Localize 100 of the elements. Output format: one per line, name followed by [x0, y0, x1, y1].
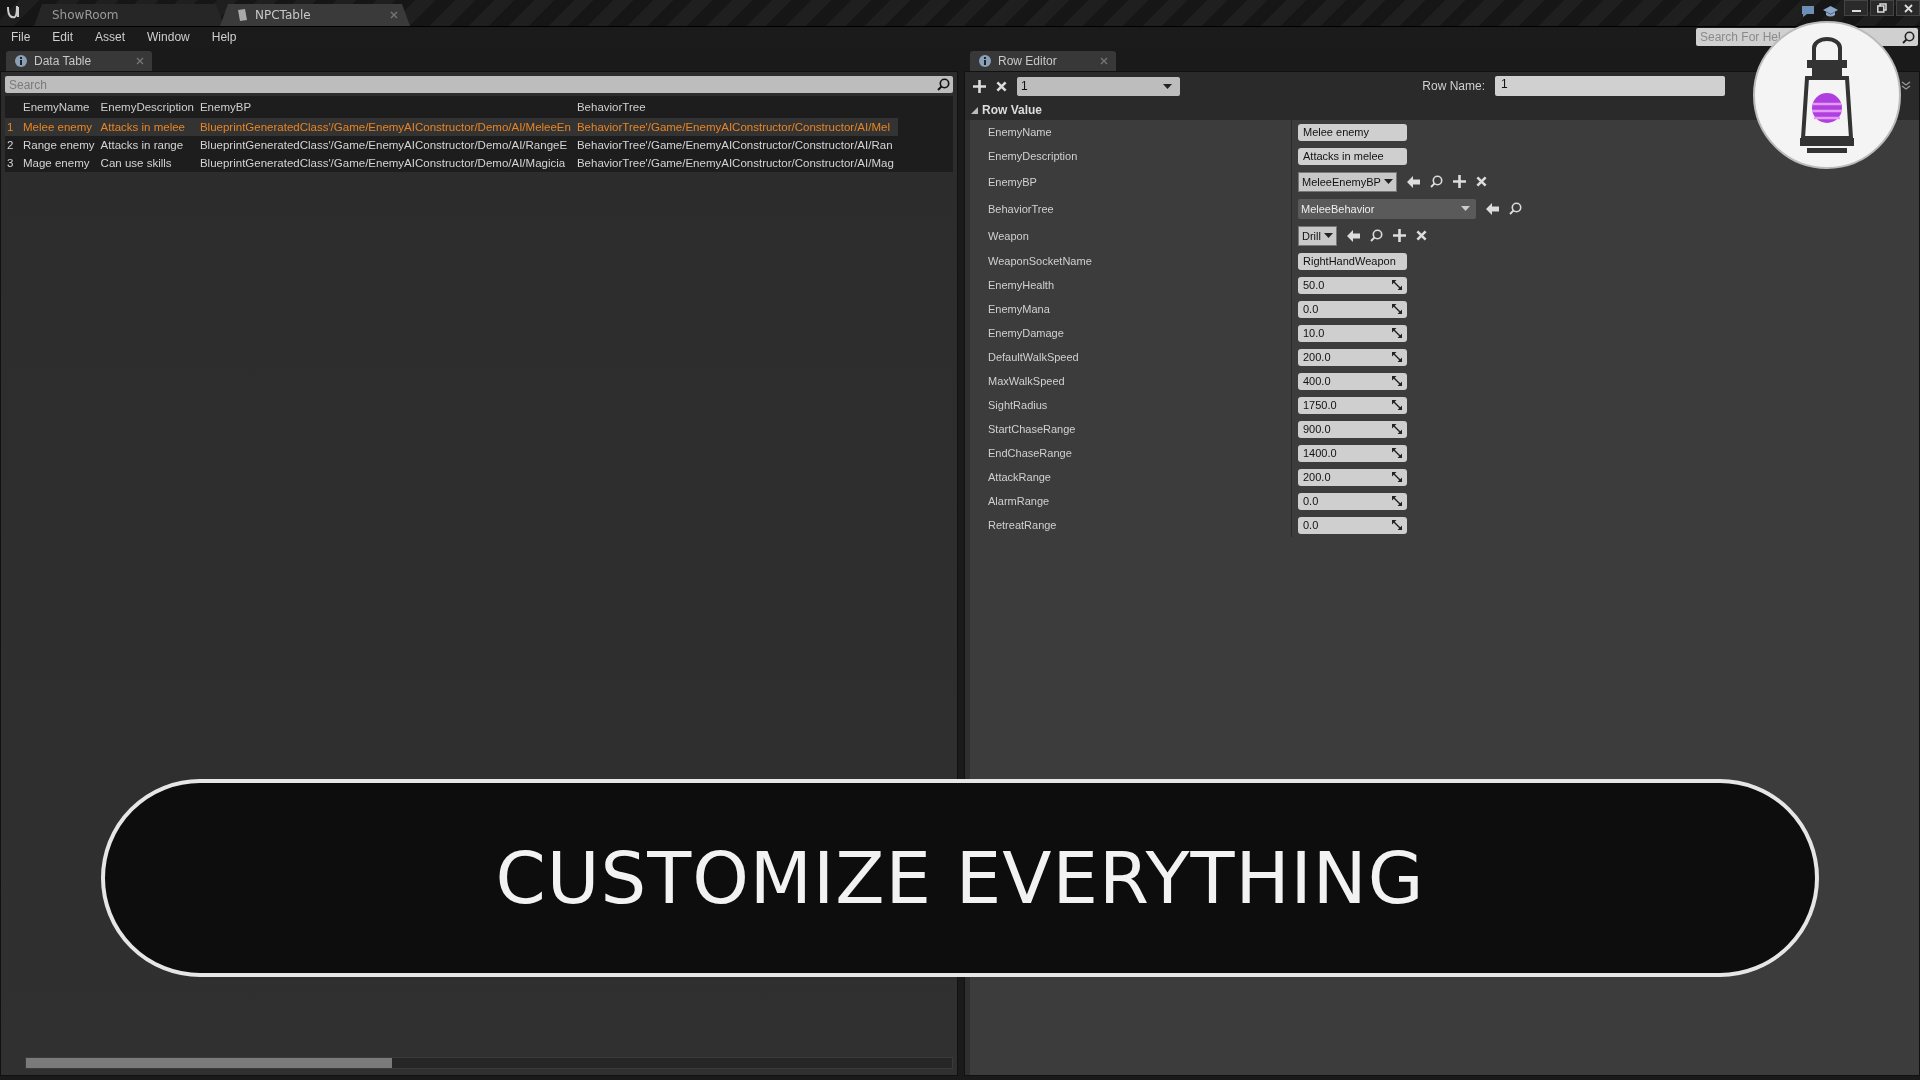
number-field[interactable]: 400.0: [1298, 372, 1407, 390]
row-number: 2: [6, 138, 15, 153]
table-cell[interactable]: Attacks in melee: [98, 118, 198, 136]
search-icon[interactable]: [937, 78, 950, 91]
search-field[interactable]: Search: [5, 76, 953, 93]
number-field[interactable]: 10.0: [1298, 324, 1407, 342]
arrow-left-icon[interactable]: [1406, 175, 1420, 188]
minimize-icon: [1851, 10, 1861, 12]
arrow-left-icon[interactable]: [1346, 229, 1360, 242]
section-title[interactable]: Row Value: [982, 103, 1043, 117]
diagonal-arrows-icon[interactable]: [1392, 472, 1402, 482]
table-cell[interactable]: Melee enemy: [21, 118, 99, 136]
editor-tab[interactable]: NPCTable: [220, 4, 410, 26]
table-cell[interactable]: BehaviorTree'/Game/EnemyAIConstructor/Constructor/AI/Mag: [574, 154, 898, 172]
caret-icon: [1461, 206, 1470, 211]
menu-item[interactable]: Window: [140, 28, 197, 46]
diagonal-arrows-icon[interactable]: [1392, 280, 1402, 290]
property-label: EndChaseRange: [970, 441, 1292, 465]
plus-icon[interactable]: [973, 79, 986, 93]
asset-dropdown[interactable]: Drill: [1298, 225, 1337, 246]
property-label: EnemyHealth: [970, 273, 1292, 297]
restore-button[interactable]: [1870, 0, 1894, 16]
menu-item[interactable]: Help: [204, 28, 244, 46]
property-label: BehaviorTree: [970, 195, 1292, 222]
number-field[interactable]: 1400.0: [1298, 444, 1407, 462]
diagonal-arrows-icon[interactable]: [1392, 304, 1402, 314]
expanded-triangle-icon[interactable]: [971, 106, 978, 114]
column-header: EnemyName: [22, 100, 91, 115]
property-label: EnemyBP: [970, 168, 1292, 195]
search-icon[interactable]: [1429, 175, 1443, 188]
panel-tab[interactable]: Data Table: [6, 51, 152, 71]
table-cell[interactable]: BlueprintGeneratedClass'/Game/EnemyAIConstructor/Demo/AI/RangeE: [197, 136, 575, 154]
text-field[interactable]: Melee enemy: [1298, 123, 1407, 141]
minimize-button[interactable]: [1844, 0, 1868, 16]
close-button[interactable]: [1896, 0, 1920, 16]
diagonal-arrows-icon[interactable]: [1392, 376, 1402, 386]
diagonal-arrows-icon[interactable]: [1392, 400, 1402, 410]
number-field[interactable]: 50.0: [1298, 276, 1407, 294]
editor-tab[interactable]: ShowRoom: [34, 4, 224, 26]
banner-text: CUSTOMIZE EVERYTHING: [495, 836, 1425, 920]
diagonal-arrows-icon[interactable]: [1392, 328, 1402, 338]
property-label: WeaponSocketName: [970, 249, 1292, 273]
property-label: MaxWalkSpeed: [970, 369, 1292, 393]
asset-dropdown[interactable]: MeleeBehavior: [1298, 198, 1476, 219]
text-field[interactable]: Attacks in melee: [1298, 147, 1407, 165]
close-icon: [1903, 3, 1913, 13]
double-chevron-icon[interactable]: [1901, 81, 1911, 91]
property-label: StartChaseRange: [970, 417, 1292, 441]
diagonal-arrows-icon[interactable]: [1392, 424, 1402, 434]
number-field[interactable]: 200.0: [1298, 468, 1407, 486]
restore-icon: [1877, 3, 1887, 13]
diagonal-arrows-icon[interactable]: [1392, 448, 1402, 458]
column-header: EnemyBP: [198, 100, 253, 115]
row-name-field[interactable]: 1: [1495, 76, 1725, 96]
table-cell[interactable]: BehaviorTree'/Game/EnemyAIConstructor/Constructor/AI/Ran: [574, 136, 898, 154]
row-dropdown[interactable]: 1: [1017, 76, 1180, 96]
search-icon[interactable]: [1902, 30, 1915, 44]
diagonal-arrows-icon[interactable]: [1392, 520, 1402, 530]
menu-item[interactable]: Edit: [45, 28, 81, 46]
table-cell[interactable]: Mage enemy: [21, 154, 99, 172]
graduation-cap-icon[interactable]: [1823, 5, 1838, 18]
table-cell[interactable]: Attacks in range: [98, 136, 198, 154]
search-icon[interactable]: [1509, 202, 1522, 215]
number-field[interactable]: 900.0: [1298, 420, 1407, 438]
menu-item[interactable]: File: [4, 28, 38, 46]
table-cell[interactable]: Can use skills: [98, 154, 198, 172]
plus-icon[interactable]: [1452, 175, 1466, 188]
table-cell[interactable]: BlueprintGeneratedClass'/Game/EnemyAIConstructor/Demo/AI/Magicia: [197, 154, 575, 172]
engine-logo-icon[interactable]: [4, 3, 22, 21]
arrow-left-icon[interactable]: [1486, 202, 1499, 215]
column-header: EnemyDescription: [99, 100, 195, 115]
table-cell[interactable]: BlueprintGeneratedClass'/Game/EnemyAIConstructor/Demo/AI/MeleeEn: [197, 118, 575, 136]
caret-icon: [1383, 179, 1393, 184]
diagonal-arrows-icon[interactable]: [1392, 496, 1402, 506]
diagonal-arrows-icon[interactable]: [1392, 352, 1402, 362]
asset-dropdown[interactable]: MeleeEnemyBP: [1298, 171, 1397, 192]
text-field[interactable]: RightHandWeapon: [1298, 252, 1407, 270]
scrollbar-thumb[interactable]: [26, 1058, 392, 1068]
number-field[interactable]: 1750.0: [1298, 396, 1407, 414]
menu-item[interactable]: Asset: [88, 28, 133, 46]
column-header: BehaviorTree: [575, 100, 647, 115]
property-label: AlarmRange: [970, 489, 1292, 513]
property-label: EnemyDescription: [970, 144, 1292, 168]
number-field[interactable]: 0.0: [1298, 492, 1407, 510]
chat-bubble-icon[interactable]: [1801, 5, 1815, 18]
property-label: SightRadius: [970, 393, 1292, 417]
table-cell[interactable]: Range enemy: [21, 136, 99, 154]
panel-tab[interactable]: Row Editor: [970, 51, 1116, 71]
number-field[interactable]: 0.0: [1298, 516, 1407, 534]
property-label: Weapon: [970, 222, 1292, 249]
number-field[interactable]: 0.0: [1298, 300, 1407, 318]
number-field[interactable]: 200.0: [1298, 348, 1407, 366]
caret-icon: [1163, 83, 1172, 89]
caret-icon: [1323, 233, 1333, 238]
plus-icon[interactable]: [1392, 229, 1406, 242]
property-label: RetreatRange: [970, 513, 1292, 537]
row-number: 3: [6, 156, 15, 171]
table-cell[interactable]: BehaviorTree'/Game/EnemyAIConstructor/Constructor/AI/Mel: [574, 118, 898, 136]
search-icon[interactable]: [1369, 229, 1383, 242]
info-icon: [978, 54, 992, 68]
